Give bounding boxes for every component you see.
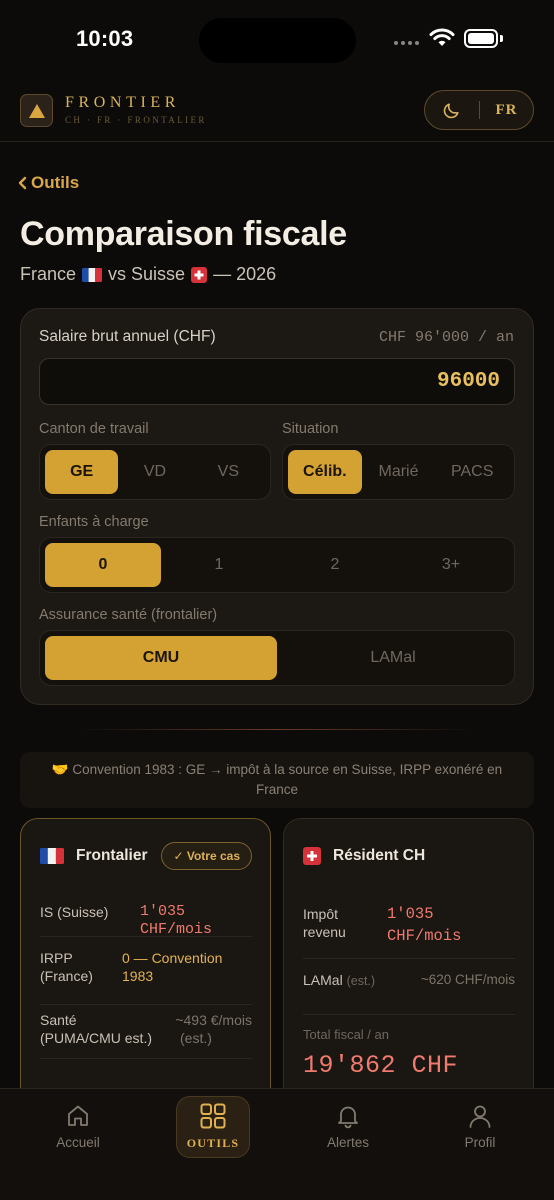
your-case-badge: ✓ Votre cas (161, 842, 252, 870)
insurance-selector: CMU LAMal (39, 630, 515, 686)
nav-label: Alertes (326, 1135, 370, 1150)
page-subtitle: France vs Suisse — 2026 (20, 264, 276, 285)
battery-icon (464, 29, 498, 48)
salary-hint: CHF 96'000 / an (378, 329, 514, 346)
nav-item-alertes[interactable]: Alertes (308, 1098, 388, 1158)
row-label-line2: (France) (40, 968, 93, 984)
row-value-line1: 1'035 (387, 905, 434, 923)
resident-row-lamal: LAMal (est.) ~620 CHF/mois (303, 969, 515, 1015)
situation-option-pacs[interactable]: PACS (435, 450, 509, 494)
wifi-icon (429, 28, 455, 46)
salary-label: Salaire brut annuel (CHF) (39, 328, 216, 345)
row-label: IS (Suisse) (40, 904, 109, 920)
children-option-0[interactable]: 0 (45, 543, 161, 587)
brand-tagline: CH · FR · FRONTALIER (65, 115, 207, 125)
row-label-main: LAMal (303, 972, 343, 988)
salary-input-wrapper (39, 358, 515, 405)
user-icon (469, 1105, 491, 1128)
canton-option-ge[interactable]: GE (45, 450, 119, 494)
children-label: Enfants à charge (39, 514, 149, 530)
frontalier-card[interactable]: Frontalier ✓ Votre cas IS (Suisse) 1'035… (20, 818, 271, 1118)
row-value-line2: 1983 (122, 968, 154, 984)
row-label-line2: revenu (303, 924, 346, 940)
brand-name: FRONTIER (65, 94, 181, 111)
canton-option-vd[interactable]: VD (118, 450, 191, 494)
nav-label: Profil (464, 1135, 496, 1150)
row-value-line1: ~493 €/mois (175, 1012, 252, 1028)
situation-label: Situation (282, 421, 339, 437)
row-label-line1: Santé (40, 1012, 77, 1028)
resident-card-header: Résident CH (303, 847, 425, 865)
frontalier-card-header: Frontalier (40, 847, 147, 865)
row-value: ~620 CHF/mois (420, 972, 515, 987)
canton-option-vs[interactable]: VS (192, 450, 265, 494)
nav-label: Accueil (56, 1135, 100, 1150)
row-value-line2: (est.) (180, 1030, 212, 1046)
canton-label: Canton de travail (39, 421, 149, 437)
convention-text: Convention 1983 : GE → impôt à la source… (72, 762, 503, 797)
row-value: 1'035 CHF/mois (140, 903, 213, 938)
insurance-option-cmu[interactable]: CMU (45, 636, 277, 680)
nav-item-accueil[interactable]: Accueil (38, 1098, 118, 1158)
canton-selector: GE VD VS (39, 444, 271, 500)
insurance-label: Assurance santé (frontalier) (39, 607, 218, 623)
chevron-left-icon (18, 176, 27, 190)
total-label: Total fiscal / an (303, 1027, 389, 1042)
insurance-option-lamal[interactable]: LAMal (277, 636, 509, 680)
children-option-3plus[interactable]: 3+ (393, 543, 509, 587)
row-label-note: (est.) (346, 974, 376, 988)
situation-option-celib[interactable]: Célib. (288, 450, 362, 494)
situation-selector: Célib. Marié PACS (282, 444, 515, 500)
salary-input[interactable] (40, 359, 514, 404)
swiss-flag-icon (303, 847, 321, 865)
theme-toggle[interactable] (425, 101, 479, 119)
dynamic-island (199, 18, 356, 63)
nav-item-profil[interactable]: Profil (440, 1098, 520, 1158)
moon-icon (443, 103, 459, 119)
bell-icon (338, 1106, 358, 1129)
convention-banner: 🤝 Convention 1983 : GE → impôt à la sour… (20, 752, 534, 808)
subtitle-france: France (20, 264, 77, 284)
total-value: 19'862 CHF (303, 1051, 459, 1080)
row-label-line2: (PUMA/CMU est.) (40, 1030, 152, 1046)
children-selector: 0 1 2 3+ (39, 537, 515, 593)
status-time: 10:03 (76, 26, 134, 51)
resident-title: Résident CH (333, 847, 426, 864)
situation-option-marie[interactable]: Marié (362, 450, 436, 494)
page-title: Comparaison fiscale (20, 215, 347, 253)
frontalier-title: Frontalier (76, 847, 148, 864)
nav-item-outils[interactable]: OUTILS (176, 1096, 250, 1158)
row-label: LAMal (est.) (303, 971, 375, 990)
subtitle-vs-suisse: vs Suisse (108, 264, 186, 284)
swiss-flag-icon (191, 266, 208, 283)
resident-card[interactable]: Résident CH Impôt revenu 1'035 CHF/mois … (283, 818, 534, 1118)
row-value-line2: CHF/mois (387, 927, 462, 945)
children-option-1[interactable]: 1 (161, 543, 277, 587)
france-flag-icon (82, 267, 103, 282)
section-divider (80, 729, 474, 730)
signal-icon (394, 41, 419, 45)
handshake-icon: 🤝 (51, 762, 69, 777)
row-value-line1: 0 — Convention (122, 950, 223, 966)
theme-language-switch: FR (424, 90, 534, 130)
row-label-line1: Impôt (303, 906, 339, 922)
back-link[interactable]: Outils (18, 173, 79, 193)
home-icon (68, 1105, 88, 1126)
language-toggle[interactable]: FR (480, 102, 533, 119)
france-flag-icon (40, 848, 64, 864)
subtitle-year: — 2026 (213, 264, 277, 284)
row-label-line1: IRPP (40, 950, 73, 966)
grid-icon (200, 1103, 226, 1129)
children-option-2[interactable]: 2 (277, 543, 393, 587)
battery-tip (500, 35, 503, 42)
triangle-logo-icon (28, 103, 45, 118)
logo (20, 94, 53, 127)
resident-row-impot: Impôt revenu 1'035 CHF/mois (303, 903, 515, 959)
frontalier-row-irpp: IRPP (France) 0 — Convention 1983 (40, 947, 252, 1005)
frontalier-row-is: IS (Suisse) 1'035 CHF/mois (40, 903, 252, 938)
nav-label: OUTILS (186, 1136, 240, 1150)
back-link-label: Outils (31, 173, 80, 192)
frontalier-row-sante: Santé (PUMA/CMU est.) ~493 €/mois (est.) (40, 1011, 252, 1059)
